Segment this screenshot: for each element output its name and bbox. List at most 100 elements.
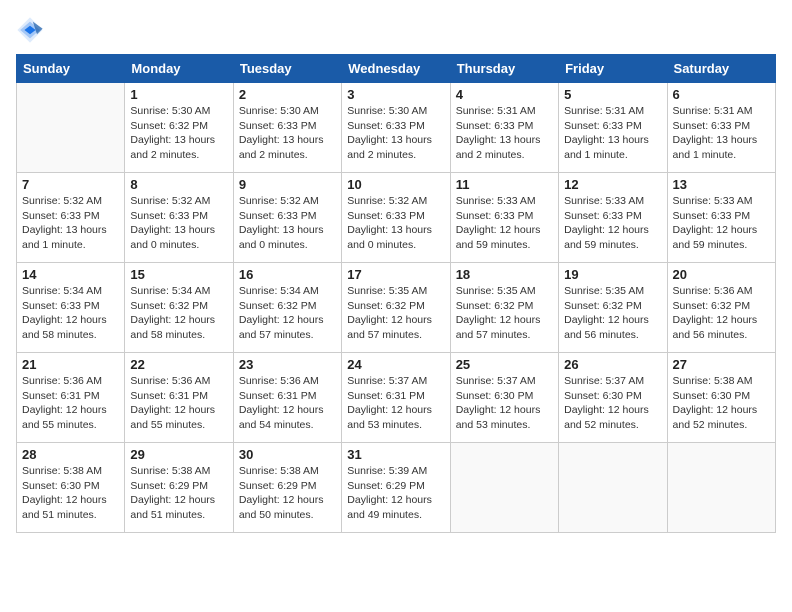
day-info: Sunrise: 5:36 AM Sunset: 6:31 PM Dayligh… [239, 374, 336, 433]
week-row: 14Sunrise: 5:34 AM Sunset: 6:33 PM Dayli… [17, 263, 776, 353]
page-header [16, 16, 776, 44]
day-number: 5 [564, 87, 661, 102]
weekday-header: Tuesday [233, 55, 341, 83]
day-number: 28 [22, 447, 119, 462]
day-info: Sunrise: 5:31 AM Sunset: 6:33 PM Dayligh… [673, 104, 770, 163]
day-info: Sunrise: 5:33 AM Sunset: 6:33 PM Dayligh… [673, 194, 770, 253]
day-number: 25 [456, 357, 553, 372]
calendar-cell: 15 Sunrise: 5:34 AM Sunset: 6:32 PM Dayli… [125, 263, 233, 353]
calendar-cell: 2 Sunrise: 5:30 AM Sunset: 6:33 PM Daylig… [233, 83, 341, 173]
calendar-cell: 13 Sunrise: 5:33 AM Sunset: 6:33 PM Dayli… [667, 173, 775, 263]
calendar-cell [559, 443, 667, 533]
calendar-cell: 19 Sunrise: 5:35 AM Sunset: 6:32 PM Dayli… [559, 263, 667, 353]
day-info: Sunrise: 5:35 AM Sunset: 6:32 PM Dayligh… [564, 284, 661, 343]
weekday-header: Saturday [667, 55, 775, 83]
day-info: Sunrise: 5:32 AM Sunset: 6:33 PM Dayligh… [239, 194, 336, 253]
day-info: Sunrise: 5:39 AM Sunset: 6:29 PM Dayligh… [347, 464, 444, 523]
day-info: Sunrise: 5:31 AM Sunset: 6:33 PM Dayligh… [564, 104, 661, 163]
weekday-header: Thursday [450, 55, 558, 83]
day-number: 17 [347, 267, 444, 282]
calendar-cell: 20 Sunrise: 5:36 AM Sunset: 6:32 PM Dayli… [667, 263, 775, 353]
day-number: 18 [456, 267, 553, 282]
calendar-cell: 21 Sunrise: 5:36 AM Sunset: 6:31 PM Dayli… [17, 353, 125, 443]
day-number: 6 [673, 87, 770, 102]
logo [16, 16, 48, 44]
day-number: 11 [456, 177, 553, 192]
day-number: 30 [239, 447, 336, 462]
day-info: Sunrise: 5:30 AM Sunset: 6:33 PM Dayligh… [239, 104, 336, 163]
calendar-cell: 18Sunrise: 5:35 AM Sunset: 6:32 PM Dayli… [450, 263, 558, 353]
day-number: 26 [564, 357, 661, 372]
day-info: Sunrise: 5:37 AM Sunset: 6:30 PM Dayligh… [564, 374, 661, 433]
day-info: Sunrise: 5:38 AM Sunset: 6:29 PM Dayligh… [130, 464, 227, 523]
day-info: Sunrise: 5:37 AM Sunset: 6:31 PM Dayligh… [347, 374, 444, 433]
calendar-cell: 12 Sunrise: 5:33 AM Sunset: 6:33 PM Dayli… [559, 173, 667, 263]
day-number: 20 [673, 267, 770, 282]
calendar-cell: 24 Sunrise: 5:37 AM Sunset: 6:31 PM Dayli… [342, 353, 450, 443]
day-number: 4 [456, 87, 553, 102]
day-number: 21 [22, 357, 119, 372]
calendar-cell: 4 Sunrise: 5:31 AM Sunset: 6:33 PM Daylig… [450, 83, 558, 173]
calendar-cell [17, 83, 125, 173]
day-number: 24 [347, 357, 444, 372]
week-row: 1Sunrise: 5:30 AM Sunset: 6:32 PM Daylig… [17, 83, 776, 173]
day-info: Sunrise: 5:32 AM Sunset: 6:33 PM Dayligh… [22, 194, 119, 253]
day-number: 9 [239, 177, 336, 192]
calendar-cell: 17 Sunrise: 5:35 AM Sunset: 6:32 PM Dayli… [342, 263, 450, 353]
calendar-cell: 9 Sunrise: 5:32 AM Sunset: 6:33 PM Daylig… [233, 173, 341, 263]
day-number: 29 [130, 447, 227, 462]
day-number: 12 [564, 177, 661, 192]
day-number: 3 [347, 87, 444, 102]
day-number: 2 [239, 87, 336, 102]
calendar-cell: 11 Sunrise: 5:33 AM Sunset: 6:33 PM Dayli… [450, 173, 558, 263]
day-info: Sunrise: 5:30 AM Sunset: 6:32 PM Dayligh… [130, 104, 227, 163]
calendar-cell: 8 Sunrise: 5:32 AM Sunset: 6:33 PM Daylig… [125, 173, 233, 263]
day-number: 23 [239, 357, 336, 372]
calendar-cell: 3 Sunrise: 5:30 AM Sunset: 6:33 PM Daylig… [342, 83, 450, 173]
day-info: Sunrise: 5:35 AM Sunset: 6:32 PM Dayligh… [347, 284, 444, 343]
day-number: 8 [130, 177, 227, 192]
calendar-cell: 7 Sunrise: 5:32 AM Sunset: 6:33 PM Daylig… [17, 173, 125, 263]
day-info: Sunrise: 5:30 AM Sunset: 6:33 PM Dayligh… [347, 104, 444, 163]
calendar-cell: 6 Sunrise: 5:31 AM Sunset: 6:33 PM Daylig… [667, 83, 775, 173]
day-number: 31 [347, 447, 444, 462]
day-info: Sunrise: 5:38 AM Sunset: 6:29 PM Dayligh… [239, 464, 336, 523]
calendar-cell: 26 Sunrise: 5:37 AM Sunset: 6:30 PM Dayli… [559, 353, 667, 443]
day-number: 19 [564, 267, 661, 282]
calendar-cell: 10 Sunrise: 5:32 AM Sunset: 6:33 PM Dayli… [342, 173, 450, 263]
day-info: Sunrise: 5:36 AM Sunset: 6:31 PM Dayligh… [22, 374, 119, 433]
day-info: Sunrise: 5:36 AM Sunset: 6:31 PM Dayligh… [130, 374, 227, 433]
calendar-cell: 14Sunrise: 5:34 AM Sunset: 6:33 PM Dayli… [17, 263, 125, 353]
day-info: Sunrise: 5:34 AM Sunset: 6:32 PM Dayligh… [130, 284, 227, 343]
day-number: 27 [673, 357, 770, 372]
day-number: 13 [673, 177, 770, 192]
week-row: 28 Sunrise: 5:38 AM Sunset: 6:30 PM Dayli… [17, 443, 776, 533]
weekday-header: Wednesday [342, 55, 450, 83]
day-info: Sunrise: 5:32 AM Sunset: 6:33 PM Dayligh… [130, 194, 227, 253]
day-info: Sunrise: 5:34 AM Sunset: 6:32 PM Dayligh… [239, 284, 336, 343]
day-info: Sunrise: 5:32 AM Sunset: 6:33 PM Dayligh… [347, 194, 444, 253]
calendar-cell [667, 443, 775, 533]
calendar-cell [450, 443, 558, 533]
day-info: Sunrise: 5:31 AM Sunset: 6:33 PM Dayligh… [456, 104, 553, 163]
calendar-table: SundayMondayTuesdayWednesdayThursdayFrid… [16, 54, 776, 533]
day-number: 16 [239, 267, 336, 282]
day-number: 15 [130, 267, 227, 282]
calendar-cell: 5 Sunrise: 5:31 AM Sunset: 6:33 PM Daylig… [559, 83, 667, 173]
logo-icon [16, 16, 44, 44]
day-info: Sunrise: 5:38 AM Sunset: 6:30 PM Dayligh… [22, 464, 119, 523]
week-row: 21 Sunrise: 5:36 AM Sunset: 6:31 PM Dayli… [17, 353, 776, 443]
day-number: 10 [347, 177, 444, 192]
day-info: Sunrise: 5:36 AM Sunset: 6:32 PM Dayligh… [673, 284, 770, 343]
day-info: Sunrise: 5:37 AM Sunset: 6:30 PM Dayligh… [456, 374, 553, 433]
calendar-cell: 31 Sunrise: 5:39 AM Sunset: 6:29 PM Dayli… [342, 443, 450, 533]
day-number: 7 [22, 177, 119, 192]
calendar-cell: 27Sunrise: 5:38 AM Sunset: 6:30 PM Dayli… [667, 353, 775, 443]
calendar-cell: 29 Sunrise: 5:38 AM Sunset: 6:29 PM Dayli… [125, 443, 233, 533]
calendar-cell: 22Sunrise: 5:36 AM Sunset: 6:31 PM Dayli… [125, 353, 233, 443]
day-info: Sunrise: 5:34 AM Sunset: 6:33 PM Dayligh… [22, 284, 119, 343]
day-info: Sunrise: 5:33 AM Sunset: 6:33 PM Dayligh… [564, 194, 661, 253]
day-info: Sunrise: 5:33 AM Sunset: 6:33 PM Dayligh… [456, 194, 553, 253]
calendar-cell: 23 Sunrise: 5:36 AM Sunset: 6:31 PM Dayli… [233, 353, 341, 443]
calendar-cell: 25 Sunrise: 5:37 AM Sunset: 6:30 PM Dayli… [450, 353, 558, 443]
